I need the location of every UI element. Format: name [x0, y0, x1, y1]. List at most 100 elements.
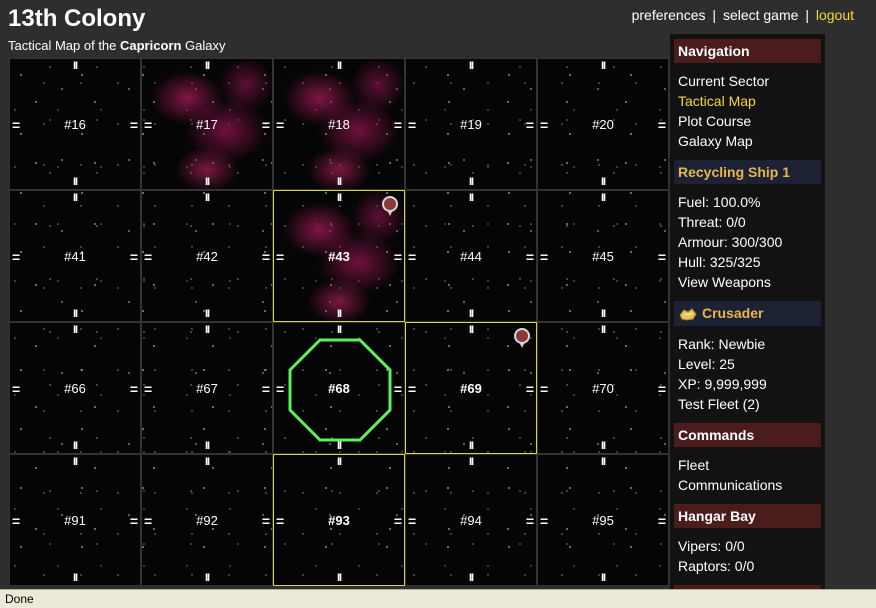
hangar-heading: Hangar Bay — [674, 504, 821, 529]
sector-label: #43 — [328, 249, 350, 264]
sector-cell[interactable]: = = II II #43 — [273, 190, 405, 322]
ship-threat: Threat: 0/0 — [678, 214, 746, 230]
hangar-vipers: Vipers: 0/0 — [678, 538, 745, 555]
move-north-arrow[interactable]: II — [142, 60, 272, 72]
move-south-arrow[interactable]: II — [406, 440, 536, 452]
move-north-arrow[interactable]: II — [10, 192, 140, 204]
galaxy-name: Capricorn — [120, 38, 182, 53]
sector-cell[interactable]: = = II II #68 — [273, 322, 405, 454]
move-north-arrow[interactable]: II — [10, 60, 140, 72]
ship-armour: Armour: 300/300 — [678, 234, 783, 250]
move-north-arrow[interactable]: II — [538, 324, 668, 336]
move-south-arrow[interactable]: II — [10, 176, 140, 188]
move-north-arrow[interactable]: II — [538, 60, 668, 72]
sector-label: #18 — [328, 117, 350, 132]
move-north-arrow[interactable]: II — [406, 456, 536, 468]
move-north-arrow[interactable]: II — [142, 324, 272, 336]
move-south-arrow[interactable]: II — [538, 572, 668, 584]
sector-label: #20 — [592, 117, 614, 132]
sector-cell[interactable]: = = II II #16 — [9, 58, 141, 190]
move-south-arrow[interactable]: II — [274, 308, 404, 320]
sector-label: #95 — [592, 513, 614, 528]
move-north-arrow[interactable]: II — [10, 456, 140, 468]
navigation-list: Current Sector Tactical Map Plot Course … — [670, 63, 825, 155]
move-south-arrow[interactable]: II — [274, 176, 404, 188]
crusader-badge-icon — [679, 308, 697, 321]
sector-label: #91 — [64, 513, 86, 528]
move-north-arrow[interactable]: II — [10, 324, 140, 336]
move-south-arrow[interactable]: II — [10, 572, 140, 584]
move-north-arrow[interactable]: II — [142, 192, 272, 204]
sector-cell[interactable]: = = II II #45 — [537, 190, 669, 322]
sector-cell[interactable]: = = II II #93 — [273, 454, 405, 586]
command-fleet[interactable]: Fleet — [678, 455, 817, 475]
sector-cell[interactable]: = = II II #95 — [537, 454, 669, 586]
sector-cell[interactable]: = = II II #44 — [405, 190, 537, 322]
move-south-arrow[interactable]: II — [142, 572, 272, 584]
sector-cell[interactable]: = = II II #67 — [141, 322, 273, 454]
move-south-arrow[interactable]: II — [142, 440, 272, 452]
move-south-arrow[interactable]: II — [142, 176, 272, 188]
move-north-arrow[interactable]: II — [406, 60, 536, 72]
sector-cell[interactable]: = = II II #94 — [405, 454, 537, 586]
move-north-arrow[interactable]: II — [406, 192, 536, 204]
contact-marker-icon[interactable] — [513, 327, 531, 349]
move-south-arrow[interactable]: II — [406, 308, 536, 320]
logout-link[interactable]: logout — [816, 7, 854, 23]
page-subtitle: Tactical Map of the Capricorn Galaxy — [8, 38, 225, 53]
browser-status-bar: Done — [0, 589, 876, 608]
sector-cell[interactable]: = = II II #42 — [141, 190, 273, 322]
move-north-arrow[interactable]: II — [274, 456, 404, 468]
tactical-map: = = II II #16 = = II II #17 = = II II #18 = = II II #19 = = II… — [9, 58, 669, 586]
sector-label: #45 — [592, 249, 614, 264]
preferences-link[interactable]: preferences — [632, 7, 706, 23]
move-south-arrow[interactable]: II — [406, 572, 536, 584]
sector-label: #66 — [64, 381, 86, 396]
move-north-arrow[interactable]: II — [538, 192, 668, 204]
sector-cell[interactable]: = = II II #41 — [9, 190, 141, 322]
ship-fuel: Fuel: 100.0% — [678, 194, 761, 210]
command-communications[interactable]: Communications — [678, 475, 817, 495]
page-title: 13th Colony — [8, 5, 146, 32]
contact-marker-icon[interactable] — [381, 195, 399, 217]
sector-cell[interactable]: = = II II #92 — [141, 454, 273, 586]
move-north-arrow[interactable]: II — [274, 60, 404, 72]
player-name: Crusader — [702, 305, 764, 321]
sector-label: #94 — [460, 513, 482, 528]
move-south-arrow[interactable]: II — [142, 308, 272, 320]
sector-cell[interactable]: = = II II #66 — [9, 322, 141, 454]
nav-tactical-map[interactable]: Tactical Map — [678, 91, 817, 111]
move-south-arrow[interactable]: II — [538, 308, 668, 320]
sector-cell[interactable]: = = II II #20 — [537, 58, 669, 190]
move-south-arrow[interactable]: II — [406, 176, 536, 188]
move-north-arrow[interactable]: II — [538, 456, 668, 468]
player-fleet-link[interactable]: Test Fleet (2) — [678, 394, 817, 414]
player-xp: XP: 9,999,999 — [678, 376, 767, 393]
sector-cell[interactable]: = = II II #19 — [405, 58, 537, 190]
commands-heading: Commands — [674, 423, 821, 448]
sector-cell[interactable]: = = II II #18 — [273, 58, 405, 190]
link-separator: | — [805, 7, 809, 23]
view-weapons-link[interactable]: View Weapons — [678, 272, 817, 292]
nav-plot-course[interactable]: Plot Course — [678, 111, 817, 131]
move-south-arrow[interactable]: II — [10, 440, 140, 452]
sector-label: #42 — [196, 249, 218, 264]
sector-cell[interactable]: = = II II #91 — [9, 454, 141, 586]
nav-galaxy-map[interactable]: Galaxy Map — [678, 131, 817, 151]
nav-current-sector[interactable]: Current Sector — [678, 71, 817, 91]
move-south-arrow[interactable]: II — [538, 176, 668, 188]
select-game-link[interactable]: select game — [723, 7, 798, 23]
sector-cell[interactable]: = = II II #70 — [537, 322, 669, 454]
sector-cell[interactable]: = = II II #69 — [405, 322, 537, 454]
move-north-arrow[interactable]: II — [142, 456, 272, 468]
move-south-arrow[interactable]: II — [538, 440, 668, 452]
ship-hull: Hull: 325/325 — [678, 254, 761, 270]
ship-heading[interactable]: Recycling Ship 1 — [674, 160, 821, 184]
sector-cell[interactable]: = = II II #17 — [141, 58, 273, 190]
move-north-arrow[interactable]: II — [274, 324, 404, 336]
player-heading[interactable]: Crusader — [674, 301, 821, 327]
sector-label: #70 — [592, 381, 614, 396]
move-south-arrow[interactable]: II — [10, 308, 140, 320]
top-links: preferences | select game | logout — [632, 7, 854, 23]
move-south-arrow[interactable]: II — [274, 572, 404, 584]
